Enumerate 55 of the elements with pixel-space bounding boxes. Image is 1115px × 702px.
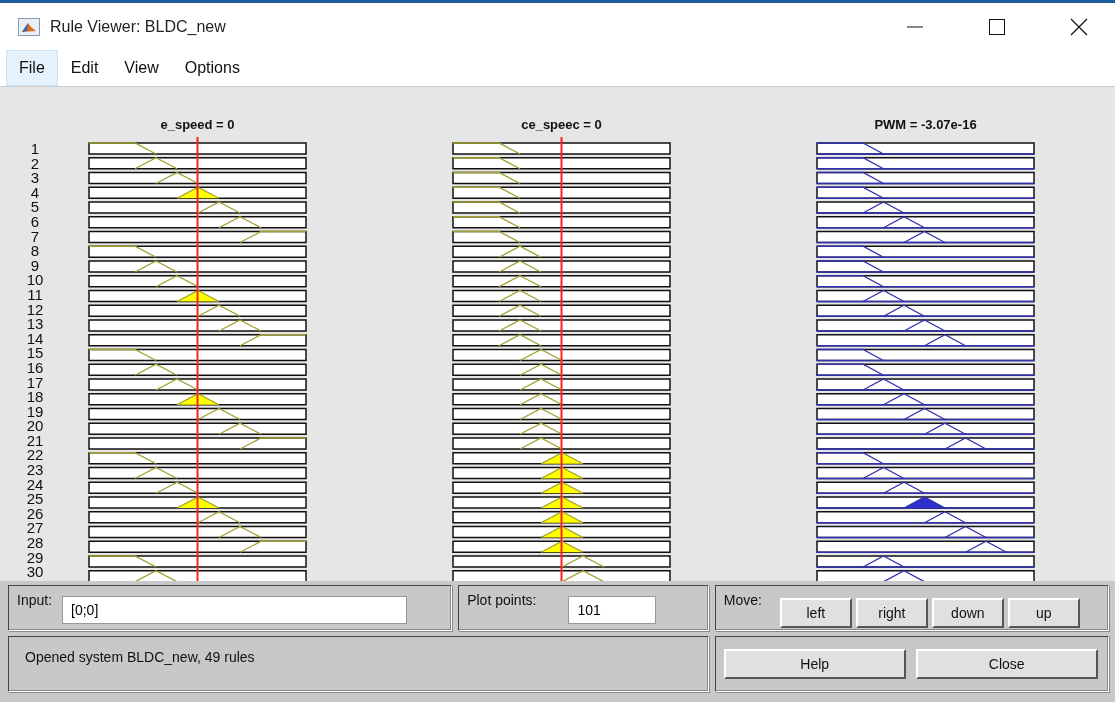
plot-points-label: Plot points: bbox=[467, 592, 537, 608]
move-button[interactable]: down bbox=[931, 598, 1004, 628]
variable-title: PWM = -3.07e-16 bbox=[874, 117, 977, 134]
rule-number[interactable]: 5 bbox=[22, 201, 48, 216]
rule-number[interactable]: 24 bbox=[22, 478, 48, 494]
rule-number[interactable]: 20 bbox=[22, 420, 48, 435]
dialog-button[interactable]: Close bbox=[915, 649, 1098, 679]
rule-number[interactable]: 8 bbox=[22, 245, 48, 260]
rule-number[interactable]: 12 bbox=[22, 303, 48, 319]
rule-number[interactable]: 15 bbox=[22, 347, 48, 362]
input-marker-line[interactable] bbox=[560, 136, 563, 581]
rule-number[interactable]: 26 bbox=[22, 507, 48, 523]
variable-title: e_speed = 0 bbox=[160, 117, 235, 134]
rule-number[interactable]: 6 bbox=[22, 215, 48, 231]
app-logo-icon bbox=[18, 17, 40, 36]
move-button[interactable]: right bbox=[855, 598, 928, 628]
variable-title: ce_speec = 0 bbox=[521, 117, 602, 134]
rule-number[interactable]: 17 bbox=[22, 376, 48, 392]
rule-number[interactable]: 2 bbox=[22, 157, 48, 173]
plot-points-field[interactable]: 101 bbox=[568, 596, 657, 624]
menu-item[interactable]: Edit bbox=[57, 50, 112, 86]
rule-number[interactable]: 25 bbox=[22, 493, 48, 508]
rule-number[interactable]: 1 bbox=[22, 143, 48, 158]
rule-number[interactable]: 16 bbox=[22, 361, 48, 377]
close-icon[interactable] bbox=[1070, 17, 1088, 36]
move-button[interactable]: up bbox=[1007, 598, 1080, 628]
input-field[interactable]: [0;0] bbox=[62, 596, 408, 624]
dialog-button[interactable]: Help bbox=[723, 649, 906, 679]
rule-number[interactable]: 13 bbox=[22, 318, 48, 333]
move-button[interactable]: left bbox=[779, 598, 852, 628]
rule-number[interactable]: 7 bbox=[22, 230, 48, 246]
rule-number[interactable]: 28 bbox=[22, 537, 48, 552]
menu-item[interactable]: Options bbox=[171, 50, 253, 86]
rule-number[interactable]: 18 bbox=[22, 391, 48, 406]
input-marker-line[interactable] bbox=[196, 136, 199, 581]
move-label: Move: bbox=[723, 592, 762, 608]
menu-item[interactable]: File bbox=[6, 50, 58, 86]
rule-number[interactable]: 27 bbox=[22, 522, 48, 538]
rule-number[interactable]: 19 bbox=[22, 405, 48, 421]
maximize-icon[interactable] bbox=[988, 17, 1006, 36]
rule-number[interactable]: 4 bbox=[22, 186, 48, 202]
rule-number[interactable]: 23 bbox=[22, 464, 48, 479]
window-title: Rule Viewer: BLDC_new bbox=[50, 17, 227, 36]
menu-item[interactable]: View bbox=[111, 50, 172, 86]
rule-number[interactable]: 22 bbox=[22, 449, 48, 465]
rule-number[interactable]: 3 bbox=[22, 172, 48, 187]
rule-number[interactable]: 9 bbox=[22, 259, 48, 275]
rule-number[interactable]: 11 bbox=[22, 288, 48, 304]
rule-number[interactable]: 29 bbox=[22, 551, 48, 567]
input-label: Input: bbox=[17, 592, 53, 608]
rule-number[interactable]: 14 bbox=[22, 332, 48, 348]
rule-number[interactable]: 30 bbox=[22, 566, 48, 581]
rule-number[interactable]: 10 bbox=[22, 274, 48, 289]
rule-number[interactable]: 21 bbox=[22, 434, 48, 450]
status-text: Opened system BLDC_new, 49 rules bbox=[25, 649, 255, 665]
